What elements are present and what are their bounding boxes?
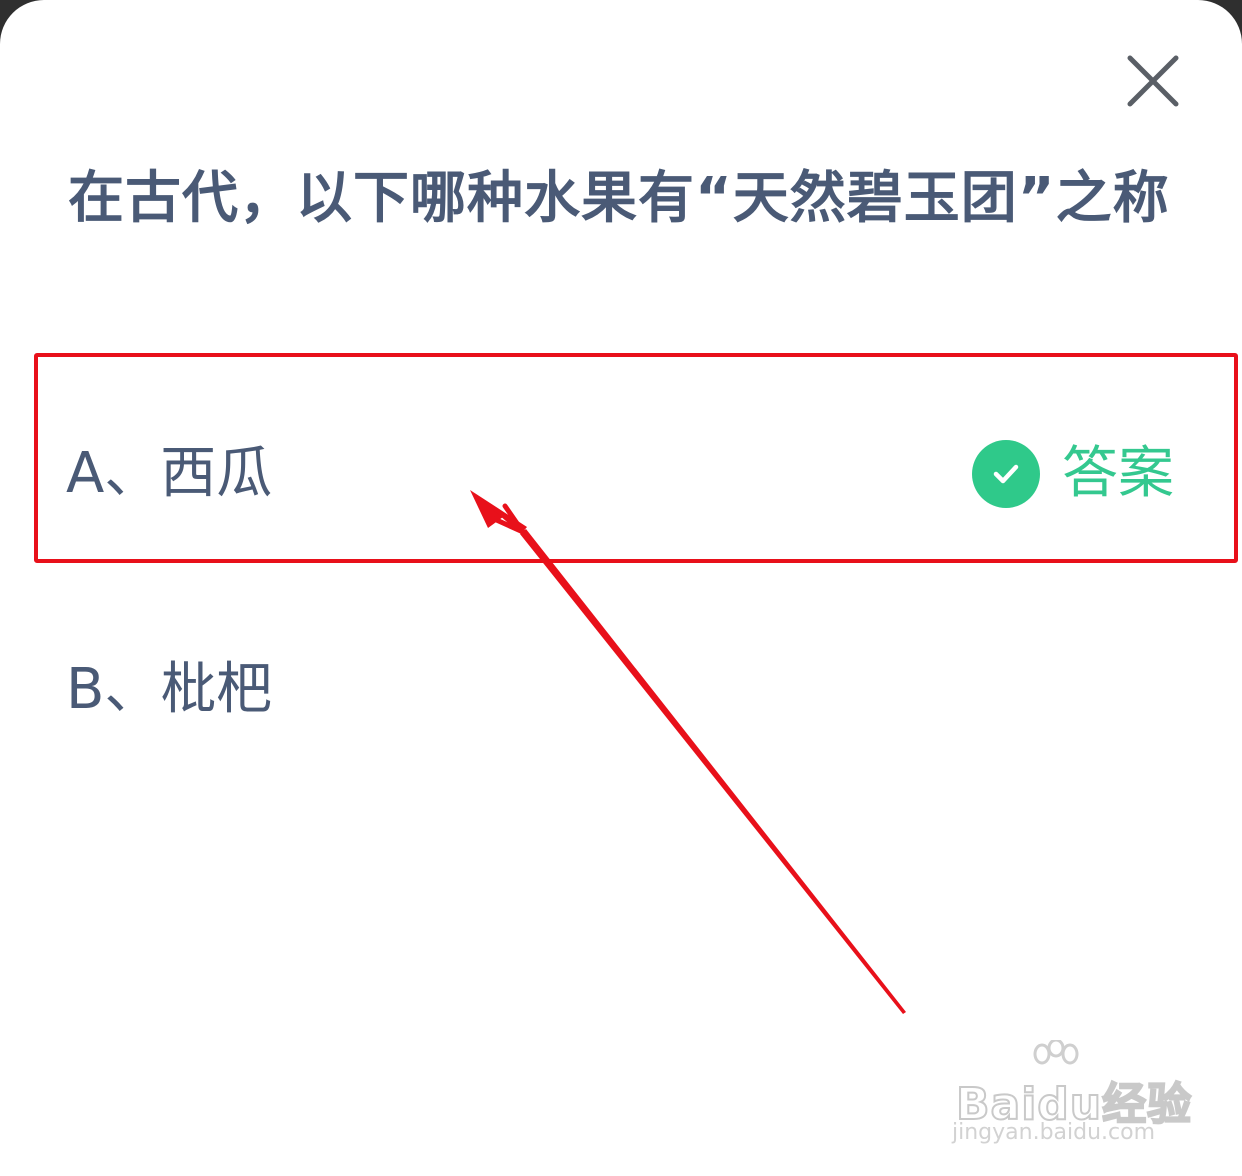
answer-label: 答案 [1062, 441, 1174, 506]
answer-badge: 答案 [972, 440, 1174, 508]
question-title: 在古代，以下哪种水果有“天然碧玉团”之称 [68, 166, 1170, 231]
close-button[interactable] [1120, 48, 1186, 114]
option-label: B、枇杷 [66, 657, 273, 722]
close-icon [1127, 55, 1179, 107]
check-circle-icon [972, 440, 1040, 508]
option-a[interactable]: A、西瓜 答案 [36, 354, 1232, 554]
option-label: A、西瓜 [66, 441, 273, 506]
question-dialog: 在古代，以下哪种水果有“天然碧玉团”之称 A、西瓜 答案 B、枇杷 [0, 0, 1242, 1176]
option-b[interactable]: B、枇杷 [36, 570, 1232, 770]
